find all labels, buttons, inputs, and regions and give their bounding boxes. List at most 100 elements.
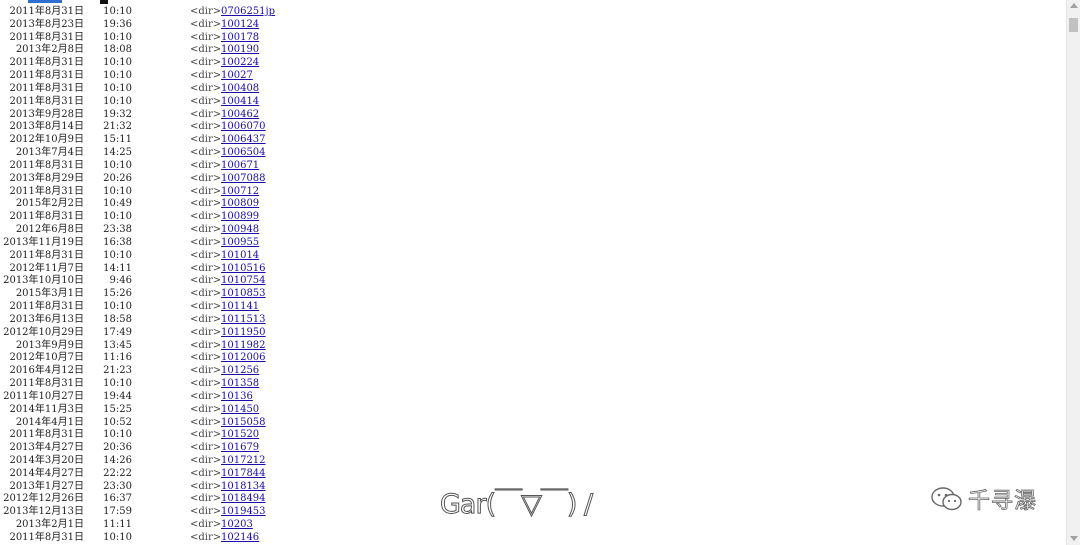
listing-row: 2011年8月31日 10:10 <dir> 100671 (0, 160, 1064, 173)
directory-link[interactable]: 100414 (221, 96, 259, 109)
directory-link[interactable]: 1011950 (221, 327, 266, 340)
directory-link[interactable]: 100899 (221, 211, 259, 224)
directory-link[interactable]: 1010516 (221, 263, 266, 276)
directory-link[interactable]: 1010754 (221, 275, 266, 288)
entry-type: <dir> (190, 249, 222, 261)
directory-link[interactable]: 1017844 (221, 468, 266, 481)
directory-link[interactable]: 10203 (221, 519, 253, 532)
directory-link[interactable]: 100178 (221, 32, 259, 45)
modified-time: 10:10 (103, 429, 132, 441)
listing-row: 2011年8月31日 10:10 <dir> 101358 (0, 378, 1064, 391)
directory-link[interactable]: 101358 (221, 378, 259, 391)
modified-time: 23:30 (103, 480, 132, 492)
directory-link[interactable]: 0706251jp (221, 6, 275, 19)
listing-row: 2012年10月9日 15:11 <dir> 1006437 (0, 134, 1064, 147)
modified-time: 18:08 (103, 44, 132, 56)
entry-type: <dir> (190, 313, 222, 325)
modified-date: 2013年10月10日 (3, 275, 84, 287)
modified-time: 10:49 (103, 198, 132, 210)
directory-link[interactable]: 1011513 (221, 314, 266, 327)
modified-time: 11:16 (103, 352, 132, 364)
directory-link[interactable]: 1017212 (221, 455, 266, 468)
modified-date: 2011年10月27日 (3, 390, 84, 402)
directory-link[interactable]: 100408 (221, 83, 259, 96)
entry-type: <dir> (190, 352, 222, 364)
modified-time: 18:58 (103, 313, 132, 325)
listing-row: 2013年10月10日 9:46 <dir> 1010754 (0, 275, 1064, 288)
directory-link[interactable]: 1006504 (221, 147, 266, 160)
directory-link[interactable]: 1012006 (221, 352, 266, 365)
modified-date: 2011年8月31日 (9, 531, 84, 543)
entry-type: <dir> (190, 365, 222, 377)
directory-link[interactable]: 100671 (221, 160, 259, 173)
directory-link[interactable]: 101014 (221, 250, 259, 263)
directory-link[interactable]: 1015058 (221, 417, 266, 430)
vertical-scrollbar[interactable] (1066, 0, 1080, 545)
directory-link[interactable]: 100948 (221, 224, 259, 237)
listing-row: 2011年8月31日 10:10 <dir> 100178 (0, 32, 1064, 45)
entry-type: <dir> (190, 57, 222, 69)
scroll-up-arrow-icon[interactable] (1070, 3, 1078, 8)
modified-date: 2012年10月9日 (9, 134, 84, 146)
directory-link[interactable]: 100224 (221, 57, 259, 70)
modified-time: 14:25 (103, 147, 132, 159)
directory-link[interactable]: 1011982 (221, 340, 266, 353)
directory-link[interactable]: 1006070 (221, 121, 266, 134)
directory-link[interactable]: 100955 (221, 237, 259, 250)
modified-time: 19:32 (103, 108, 132, 120)
directory-link[interactable]: 101679 (221, 442, 259, 455)
scroll-thumb[interactable] (1069, 18, 1078, 32)
directory-link[interactable]: 1018134 (221, 481, 266, 494)
listing-row: 2011年10月27日 19:44 <dir> 10136 (0, 391, 1064, 404)
modified-time: 15:25 (103, 403, 132, 415)
directory-link[interactable]: 1010853 (221, 288, 266, 301)
listing-row: 2015年2月2日 10:49 <dir> 100809 (0, 198, 1064, 211)
entry-type: <dir> (190, 18, 222, 30)
modified-date: 2016年4月12日 (9, 365, 84, 377)
directory-link[interactable]: 100124 (221, 19, 259, 32)
directory-link[interactable]: 1018494 (221, 493, 266, 506)
modified-date: 2012年11月7日 (9, 262, 84, 274)
entry-type: <dir> (190, 211, 222, 223)
entry-type: <dir> (190, 288, 222, 300)
directory-link[interactable]: 1006437 (221, 134, 266, 147)
directory-link[interactable]: 1007088 (221, 173, 266, 186)
directory-link[interactable]: 101450 (221, 404, 259, 417)
modified-date: 2012年10月7日 (9, 352, 84, 364)
directory-link[interactable]: 100809 (221, 198, 259, 211)
listing-row: 2011年8月31日 10:10 <dir> 100408 (0, 83, 1064, 96)
directory-link[interactable]: 10027 (221, 70, 253, 83)
directory-link[interactable]: 10136 (221, 391, 253, 404)
listing-row: 2012年11月7日 14:11 <dir> 1010516 (0, 263, 1064, 276)
modified-time: 10:10 (103, 82, 132, 94)
modified-date: 2011年8月31日 (9, 185, 84, 197)
listing-row: 2014年4月1日 10:52 <dir> 1015058 (0, 417, 1064, 430)
modified-date: 2012年12月26日 (3, 493, 84, 505)
listing-row: 2013年8月23日 19:36 <dir> 100124 (0, 19, 1064, 32)
modified-time: 10:10 (103, 6, 132, 17)
listing-row: 2014年11月3日 15:25 <dir> 101450 (0, 404, 1064, 417)
entry-type: <dir> (190, 185, 222, 197)
directory-link[interactable]: 100462 (221, 109, 259, 122)
listing-row: 2011年8月31日 10:10 <dir> 0706251jp (0, 6, 1064, 19)
directory-link[interactable]: 101256 (221, 365, 259, 378)
modified-time: 15:26 (103, 288, 132, 300)
directory-link[interactable]: 101141 (221, 301, 259, 314)
scroll-down-arrow-icon[interactable] (1070, 536, 1078, 541)
directory-link[interactable]: 100712 (221, 186, 259, 199)
modified-date: 2013年9月9日 (15, 339, 84, 351)
modified-time: 10:10 (103, 57, 132, 69)
directory-link[interactable]: 101520 (221, 429, 259, 442)
top-accent-mark (100, 0, 108, 4)
listing-row: 2013年4月27日 20:36 <dir> 101679 (0, 442, 1064, 455)
entry-type: <dir> (190, 493, 222, 505)
modified-date: 2013年1月27日 (9, 480, 84, 492)
entry-type: <dir> (190, 467, 222, 479)
modified-date: 2014年3月20日 (9, 454, 84, 466)
wechat-icon (930, 486, 964, 512)
entry-type: <dir> (190, 31, 222, 43)
listing-row: 2012年10月29日 17:49 <dir> 1011950 (0, 327, 1064, 340)
directory-link[interactable]: 1019453 (221, 506, 266, 519)
directory-link[interactable]: 100190 (221, 44, 259, 57)
directory-link[interactable]: 102146 (221, 532, 259, 545)
